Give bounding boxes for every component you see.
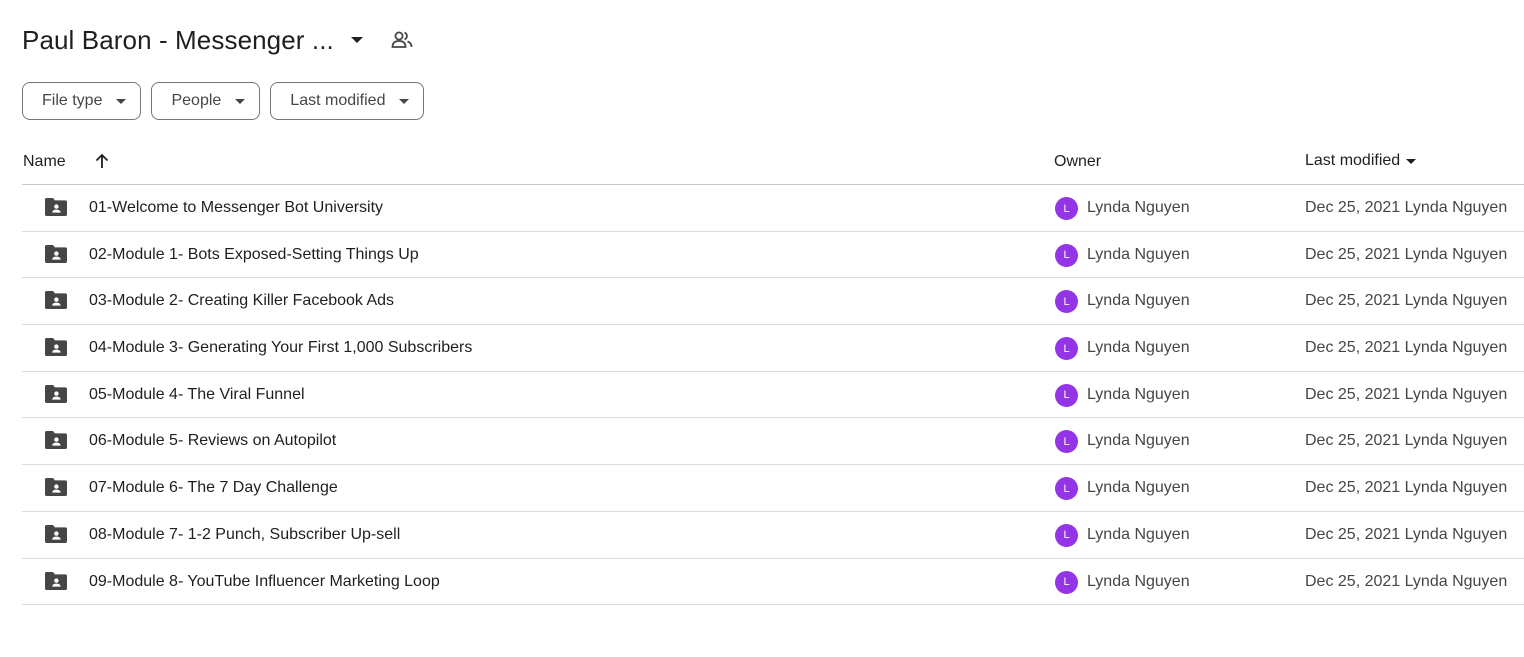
owner-avatar: L — [1055, 243, 1078, 267]
file-name: 04-Module 3- Generating Your First 1,000… — [89, 339, 473, 357]
shared-folder-icon — [44, 384, 68, 406]
owner-avatar: L — [1055, 337, 1078, 361]
filter-bar: File type People Last modified — [22, 82, 425, 120]
arrow-drop-down-icon — [235, 98, 246, 104]
column-header-last-modified[interactable]: Last modified — [1305, 152, 1417, 170]
file-name: 09-Module 8- YouTube Influencer Marketin… — [89, 572, 440, 590]
owner-name: Lynda Nguyen — [1087, 479, 1190, 497]
filter-last-modified[interactable]: Last modified — [270, 82, 425, 120]
owner-name: Lynda Nguyen — [1087, 199, 1190, 216]
owner-name: Lynda Nguyen — [1087, 292, 1190, 310]
shared-folder-icon — [44, 290, 68, 312]
owner-avatar: L — [1055, 383, 1078, 407]
shared-folder-icon — [44, 571, 68, 593]
arrow-drop-down-icon — [399, 98, 410, 104]
owner-avatar: L — [1055, 570, 1078, 594]
last-modified-text: Dec 25, 2021 Lynda Nguyen — [1305, 432, 1508, 450]
last-modified-text: Dec 25, 2021 Lynda Nguyen — [1305, 199, 1508, 216]
table-header: Name Owner Last modified — [22, 140, 1524, 185]
folder-header: Paul Baron - Messenger ... — [22, 20, 414, 60]
file-name: 08-Module 7- 1-2 Punch, Subscriber Up-se… — [89, 525, 401, 543]
file-name: 06-Module 5- Reviews on Autopilot — [89, 432, 337, 450]
last-modified-text: Dec 25, 2021 Lynda Nguyen — [1305, 572, 1508, 590]
folder-title[interactable]: Paul Baron - Messenger ... — [22, 25, 334, 56]
shared-folder-icon — [44, 337, 68, 359]
shared-folder-icon — [44, 524, 68, 546]
last-modified-text: Dec 25, 2021 Lynda Nguyen — [1305, 525, 1508, 543]
owner-name: Lynda Nguyen — [1087, 525, 1190, 543]
people-icon[interactable] — [390, 28, 414, 52]
owner-name: Lynda Nguyen — [1087, 385, 1190, 403]
owner-avatar: L — [1055, 430, 1078, 454]
file-row[interactable]: 06-Module 5- Reviews on Autopilot L Lynd… — [22, 418, 1524, 466]
last-modified-text: Dec 25, 2021 Lynda Nguyen — [1305, 479, 1508, 497]
file-row[interactable]: 05-Module 4- The Viral Funnel L Lynda Ng… — [22, 372, 1524, 419]
shared-folder-icon — [44, 197, 68, 219]
file-name: 07-Module 6- The 7 Day Challenge — [89, 479, 338, 497]
arrow-drop-down-icon[interactable] — [346, 29, 368, 51]
shared-folder-icon — [44, 244, 68, 266]
file-list: 01-Welcome to Messenger Bot University L… — [22, 185, 1524, 606]
last-modified-text: Dec 25, 2021 Lynda Nguyen — [1305, 339, 1508, 357]
owner-avatar: L — [1055, 290, 1078, 314]
last-modified-text: Dec 25, 2021 Lynda Nguyen — [1305, 385, 1508, 403]
filter-people[interactable]: People — [151, 82, 261, 120]
owner-avatar: L — [1055, 477, 1078, 501]
shared-folder-icon — [44, 430, 68, 452]
filter-label: People — [171, 92, 222, 109]
column-header-owner[interactable]: Owner — [1054, 153, 1101, 171]
arrow-drop-down-icon — [1406, 158, 1417, 164]
file-row[interactable]: 01-Welcome to Messenger Bot University L… — [22, 185, 1524, 232]
filter-file-type[interactable]: File type — [22, 82, 142, 120]
shared-folder-icon — [44, 477, 68, 499]
file-name: 03-Module 2- Creating Killer Facebook Ad… — [89, 292, 395, 310]
file-row[interactable]: 07-Module 6- The 7 Day Challenge L Lynda… — [22, 465, 1524, 512]
file-name: 02-Module 1- Bots Exposed-Setting Things… — [89, 245, 419, 263]
file-row[interactable]: 09-Module 8- YouTube Influencer Marketin… — [22, 559, 1524, 606]
file-name: 05-Module 4- The Viral Funnel — [89, 385, 305, 403]
file-row[interactable]: 02-Module 1- Bots Exposed-Setting Things… — [22, 232, 1524, 279]
owner-avatar: L — [1055, 197, 1078, 220]
owner-name: Lynda Nguyen — [1087, 572, 1190, 590]
file-row[interactable]: 04-Module 3- Generating Your First 1,000… — [22, 325, 1524, 372]
arrow-upward-icon[interactable] — [92, 151, 112, 171]
owner-name: Lynda Nguyen — [1087, 339, 1190, 357]
owner-avatar: L — [1055, 523, 1078, 547]
column-header-name[interactable]: Name — [23, 153, 66, 171]
owner-name: Lynda Nguyen — [1087, 245, 1190, 263]
arrow-drop-down-icon — [116, 98, 127, 104]
file-name: 01-Welcome to Messenger Bot University — [89, 199, 384, 216]
filter-label: Last modified — [290, 92, 386, 109]
column-header-label: Last modified — [1305, 152, 1401, 169]
last-modified-text: Dec 25, 2021 Lynda Nguyen — [1305, 245, 1508, 263]
filter-label: File type — [42, 92, 103, 109]
owner-name: Lynda Nguyen — [1087, 432, 1190, 450]
last-modified-text: Dec 25, 2021 Lynda Nguyen — [1305, 292, 1508, 310]
file-row[interactable]: 03-Module 2- Creating Killer Facebook Ad… — [22, 278, 1524, 326]
file-row[interactable]: 08-Module 7- 1-2 Punch, Subscriber Up-se… — [22, 512, 1524, 559]
